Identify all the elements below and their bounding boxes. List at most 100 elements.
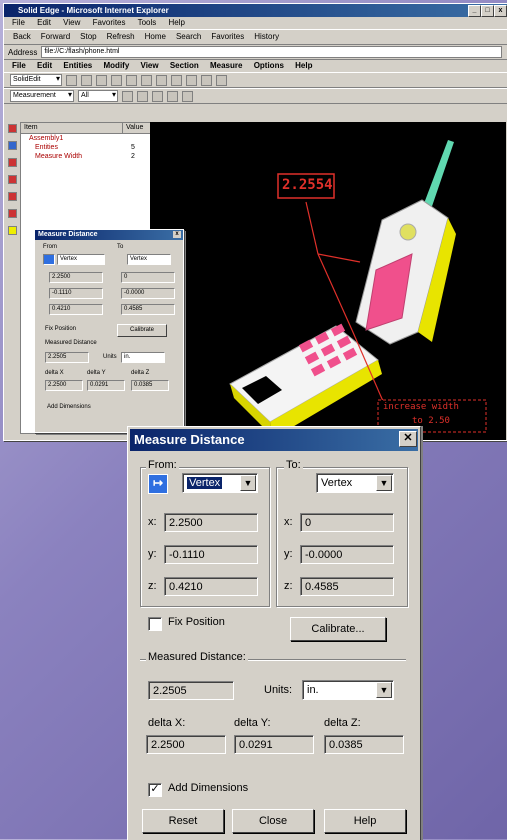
toolbar-icon[interactable] bbox=[81, 74, 92, 86]
mini-from-z[interactable]: 0.4210 bbox=[49, 304, 103, 315]
tree-item[interactable]: Measure Width 2 bbox=[21, 152, 151, 161]
tool-icon[interactable] bbox=[8, 175, 17, 184]
toolbar-icon[interactable] bbox=[141, 74, 152, 86]
help-button[interactable]: Help bbox=[324, 809, 406, 833]
toolbar-icon[interactable] bbox=[216, 74, 227, 86]
mini-from-mode[interactable]: Vertex bbox=[57, 254, 105, 265]
chevron-down-icon[interactable]: ▼ bbox=[376, 475, 392, 491]
tool-icon[interactable] bbox=[8, 158, 17, 167]
app-menu-view[interactable]: View bbox=[141, 61, 159, 70]
menu-help[interactable]: Help bbox=[169, 18, 185, 27]
home-button[interactable]: Home bbox=[142, 31, 169, 43]
toolbar-icon[interactable] bbox=[111, 74, 122, 86]
tool-icon[interactable] bbox=[8, 192, 17, 201]
menu-favorites[interactable]: Favorites bbox=[93, 18, 126, 27]
to-y-field[interactable]: -0.0000 bbox=[300, 545, 394, 564]
reset-button[interactable]: Reset bbox=[142, 809, 224, 833]
tree-header-value[interactable]: Value bbox=[123, 123, 151, 133]
menu-tools[interactable]: Tools bbox=[138, 18, 157, 27]
from-y-field[interactable]: -0.1110 bbox=[164, 545, 258, 564]
fix-position-checkbox[interactable] bbox=[148, 617, 162, 631]
toolbar-icon[interactable] bbox=[122, 90, 133, 102]
mini-add-dimensions[interactable]: Add Dimensions bbox=[47, 404, 91, 410]
from-mode-select[interactable]: Vertex ▼ bbox=[182, 473, 258, 493]
back-button[interactable]: Back bbox=[10, 31, 34, 43]
mini-fix-position[interactable]: Fix Position bbox=[45, 326, 76, 332]
search-button[interactable]: Search bbox=[173, 31, 204, 43]
3d-viewport[interactable]: 2.2554 increase width to 2.50 bbox=[150, 122, 506, 440]
mini-distance[interactable]: 2.2505 bbox=[45, 352, 89, 363]
from-x-field[interactable]: 2.2500 bbox=[164, 513, 258, 532]
calibrate-button[interactable]: Calibrate... bbox=[290, 617, 386, 641]
tool-combo[interactable]: Measurement bbox=[10, 90, 74, 102]
add-dimensions-label[interactable]: Add Dimensions bbox=[168, 782, 248, 794]
tool-icon[interactable] bbox=[8, 124, 17, 133]
mini-to-z[interactable]: 0.4585 bbox=[121, 304, 175, 315]
mini-from-y[interactable]: -0.1110 bbox=[49, 288, 103, 299]
mini-pick-icon[interactable] bbox=[43, 254, 55, 265]
menu-file[interactable]: File bbox=[12, 18, 25, 27]
toolbar-icon[interactable] bbox=[66, 74, 77, 86]
tool-icon[interactable] bbox=[8, 141, 17, 150]
to-mode-select[interactable]: Vertex ▼ bbox=[316, 473, 394, 493]
filter-combo[interactable]: All bbox=[78, 90, 118, 102]
to-z-field[interactable]: 0.4585 bbox=[300, 577, 394, 596]
toolbar-icon[interactable] bbox=[186, 74, 197, 86]
mode-combo[interactable]: SolidEdit bbox=[10, 74, 62, 86]
tool-icon[interactable] bbox=[8, 209, 17, 218]
to-x-field[interactable]: 0 bbox=[300, 513, 394, 532]
toolbar-icon[interactable] bbox=[126, 74, 137, 86]
favorites-button[interactable]: Favorites bbox=[208, 31, 247, 43]
app-menu-section[interactable]: Section bbox=[170, 61, 199, 70]
tree-item[interactable]: Assembly1 bbox=[21, 134, 151, 143]
mini-to-mode[interactable]: Vertex bbox=[127, 254, 171, 265]
app-menu-edit[interactable]: Edit bbox=[37, 61, 52, 70]
minimize-icon[interactable]: _ bbox=[468, 5, 481, 17]
mini-from-x[interactable]: 2.2500 bbox=[49, 272, 103, 283]
toolbar-icon[interactable] bbox=[182, 90, 193, 102]
mini-dx[interactable]: 2.2500 bbox=[45, 380, 83, 391]
toolbar-icon[interactable] bbox=[137, 90, 148, 102]
refresh-button[interactable]: Refresh bbox=[104, 31, 138, 43]
fix-position-label[interactable]: Fix Position bbox=[168, 616, 225, 628]
maximize-icon[interactable]: □ bbox=[481, 5, 494, 17]
measured-distance-field[interactable]: 2.2505 bbox=[148, 681, 234, 700]
menu-view[interactable]: View bbox=[63, 18, 80, 27]
menu-edit[interactable]: Edit bbox=[37, 18, 51, 27]
app-menu-measure[interactable]: Measure bbox=[210, 61, 242, 70]
tree-header-item[interactable]: Item bbox=[21, 123, 123, 133]
app-menu-entities[interactable]: Entities bbox=[63, 61, 92, 70]
toolbar-icon[interactable] bbox=[167, 90, 178, 102]
toolbar-icon[interactable] bbox=[156, 74, 167, 86]
from-z-field[interactable]: 0.4210 bbox=[164, 577, 258, 596]
mini-to-x[interactable]: 0 bbox=[121, 272, 175, 283]
mini-to-y[interactable]: -0.0000 bbox=[121, 288, 175, 299]
tree-item[interactable]: Entities 5 bbox=[21, 143, 151, 152]
stop-button[interactable]: Stop bbox=[77, 31, 99, 43]
app-menu-help[interactable]: Help bbox=[295, 61, 312, 70]
units-select[interactable]: in. ▼ bbox=[302, 680, 394, 700]
pick-arrow-icon[interactable]: ↦ bbox=[148, 474, 168, 494]
app-menu-modify[interactable]: Modify bbox=[104, 61, 130, 70]
dialog-close-icon[interactable]: ✕ bbox=[399, 431, 417, 447]
delta-y-field[interactable]: 0.0291 bbox=[234, 735, 314, 754]
address-input[interactable]: file://C:/flash/phone.html bbox=[41, 46, 502, 58]
delta-x-field[interactable]: 2.2500 bbox=[146, 735, 226, 754]
history-button[interactable]: History bbox=[251, 31, 282, 43]
app-menu-file[interactable]: File bbox=[12, 61, 26, 70]
toolbar-icon[interactable] bbox=[152, 90, 163, 102]
app-menu-options[interactable]: Options bbox=[254, 61, 284, 70]
add-dimensions-checkbox[interactable]: ✓ bbox=[148, 783, 162, 797]
close-button[interactable]: Close bbox=[232, 809, 314, 833]
close-icon[interactable]: x bbox=[494, 5, 507, 17]
tool-icon[interactable] bbox=[8, 226, 17, 235]
mini-units[interactable]: in. bbox=[121, 352, 165, 363]
mini-dz[interactable]: 0.0385 bbox=[131, 380, 169, 391]
chevron-down-icon[interactable]: ▼ bbox=[240, 475, 256, 491]
delta-z-field[interactable]: 0.0385 bbox=[324, 735, 404, 754]
mini-close-icon[interactable]: x bbox=[173, 231, 181, 238]
forward-button[interactable]: Forward bbox=[38, 31, 73, 43]
toolbar-icon[interactable] bbox=[201, 74, 212, 86]
chevron-down-icon[interactable]: ▼ bbox=[376, 682, 392, 698]
toolbar-icon[interactable] bbox=[171, 74, 182, 86]
